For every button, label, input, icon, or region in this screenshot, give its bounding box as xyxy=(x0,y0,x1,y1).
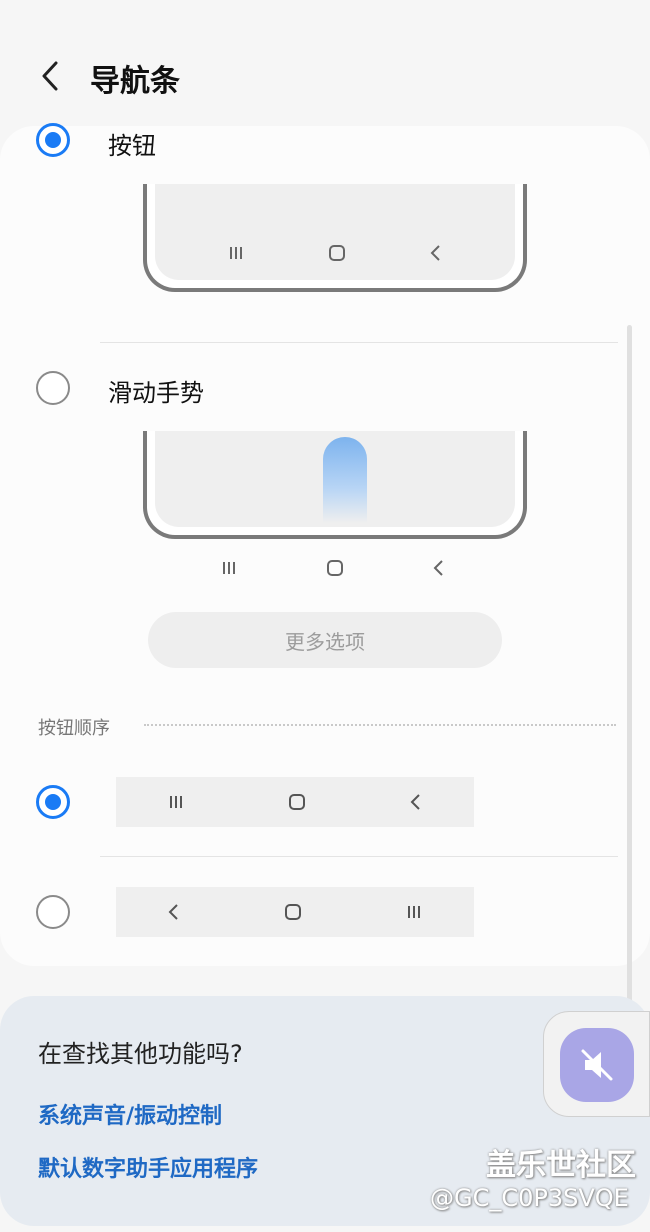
radio-order-2[interactable] xyxy=(36,895,70,929)
link-sound-vibration[interactable]: 系统声音/振动控制 xyxy=(38,1098,222,1130)
back-button[interactable] xyxy=(28,52,72,100)
section-label-button-order: 按钮顺序 xyxy=(38,718,110,739)
home-icon xyxy=(328,245,345,261)
suggestions-title: 在查找其他功能吗? xyxy=(38,1040,243,1068)
buttons-preview[interactable] xyxy=(143,184,527,292)
radio-buttons[interactable] xyxy=(36,123,70,157)
divider xyxy=(100,342,618,343)
recents-icon xyxy=(170,796,183,808)
app-header: 导航条 xyxy=(0,0,650,128)
order-preview-2[interactable] xyxy=(116,887,474,937)
gesture-pill-illustration xyxy=(323,437,367,523)
dotted-divider xyxy=(144,724,616,726)
gestures-nav-hints xyxy=(176,555,490,581)
back-icon xyxy=(433,560,443,576)
mute-button-badge xyxy=(560,1028,634,1102)
preview-screen xyxy=(155,431,515,527)
gestures-preview[interactable] xyxy=(143,431,527,539)
home-icon xyxy=(288,794,305,810)
option-label-gestures: 滑动手势 xyxy=(108,379,204,407)
more-options-button[interactable]: 更多选项 xyxy=(148,612,502,668)
order-preview-1[interactable] xyxy=(116,777,474,827)
recents-icon xyxy=(223,562,235,574)
home-icon xyxy=(327,560,343,576)
floating-mute-button[interactable] xyxy=(543,1011,650,1117)
option-label-buttons: 按钮 xyxy=(108,132,156,160)
watermark-user: @GC_C0P3SVQE xyxy=(430,1184,629,1212)
recents-icon xyxy=(407,906,420,918)
back-icon xyxy=(430,245,441,261)
home-icon xyxy=(284,904,301,920)
back-icon xyxy=(410,794,420,810)
radio-order-1[interactable] xyxy=(36,785,70,819)
divider xyxy=(100,856,618,857)
link-default-assistant[interactable]: 默认数字助手应用程序 xyxy=(38,1151,258,1183)
preview-nav-row xyxy=(185,240,485,266)
watermark-community: 盖乐世社区 xyxy=(486,1148,636,1183)
chevron-left-icon xyxy=(42,61,58,91)
mute-icon xyxy=(581,1049,613,1081)
preview-screen xyxy=(155,184,515,280)
recents-icon xyxy=(229,247,242,259)
radio-gestures[interactable] xyxy=(36,371,70,405)
page-title: 导航条 xyxy=(90,64,180,99)
back-icon xyxy=(168,904,179,920)
settings-card: 按钮 滑动手势 更多选项 按钮顺序 xyxy=(0,123,650,966)
